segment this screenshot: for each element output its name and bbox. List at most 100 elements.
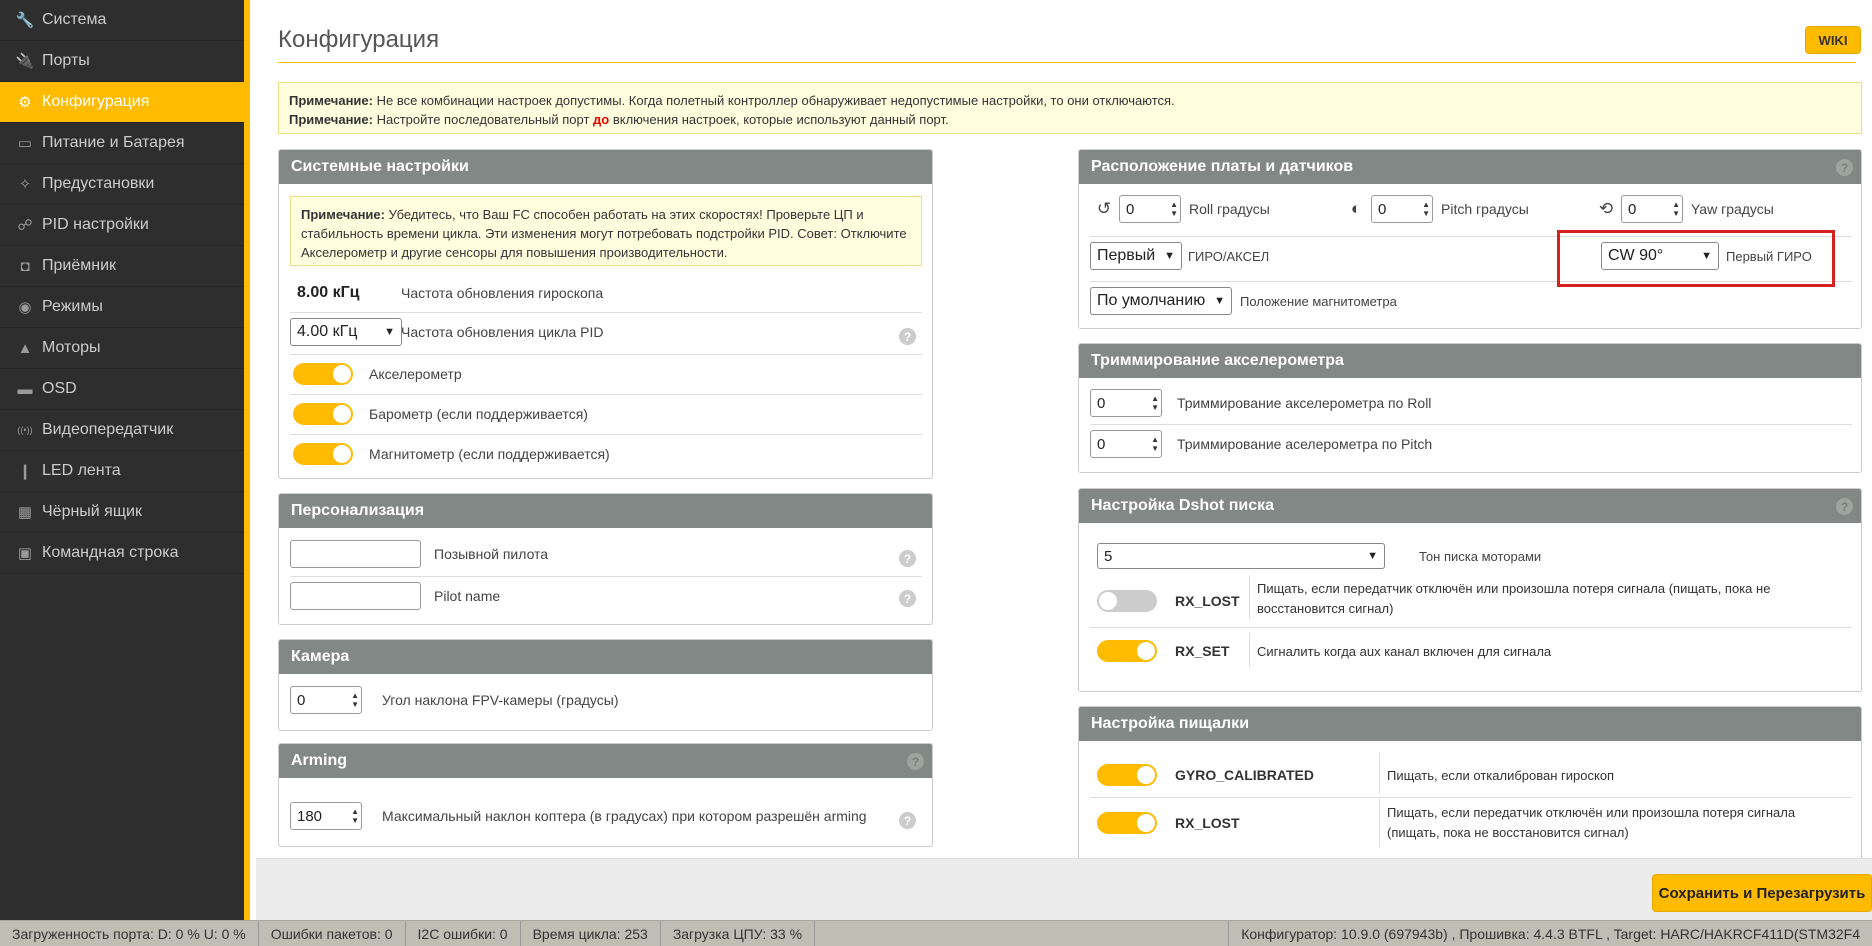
status-bar: Загруженность порта: D: 0 % U: 0 % Ошибк…	[0, 920, 1872, 946]
pid-rate-select[interactable]: 4.00 кГц ▼	[290, 318, 402, 346]
pilot-name-input[interactable]	[290, 582, 421, 610]
pitch-input[interactable]: 0 ▲ ▼	[1371, 195, 1433, 223]
panel-header: Настройка Dshot писка?	[1079, 489, 1861, 523]
trim-roll-input[interactable]: 0 ▲ ▼	[1090, 389, 1162, 417]
arming-panel: Arming? 180 ▲ ▼ Максимальный наклон коптер…	[278, 743, 933, 847]
beeper-gyro-cal-toggle[interactable]	[1097, 764, 1157, 786]
roll-input[interactable]: 0 ▲ ▼	[1119, 195, 1181, 223]
mag-label: Магнитометр (если поддерживается)	[369, 446, 610, 462]
spinner-icon[interactable]: ▲ ▼	[351, 807, 359, 825]
save-reboot-button[interactable]: Сохранить и Перезагрузить	[1652, 874, 1872, 912]
help-icon[interactable]: ?	[899, 812, 916, 829]
sidebar-item[interactable]: 🔌 Порты	[0, 41, 244, 82]
sidebar-item[interactable]: ✧ Предустановки	[0, 164, 244, 205]
sidebar-item[interactable]: ☍ PID настройки	[0, 205, 244, 246]
sidebar-item-label: Приёмник	[42, 257, 117, 274]
broadcast-icon: ((•))	[17, 425, 33, 435]
sidebar-item[interactable]: ▲ Моторы	[0, 328, 244, 369]
status-cpu-load: Загрузка ЦПУ: 33 %	[661, 920, 816, 946]
mag-alignment-select[interactable]: По умолчанию ▼	[1090, 287, 1232, 315]
dshot-rx-lost-toggle[interactable]	[1097, 590, 1157, 612]
pilot-name-label: Pilot name	[434, 588, 501, 604]
sidebar-item[interactable]: ⚙ Конфигурация	[0, 82, 244, 123]
beeper-gyro-cal-desc: Пищать, если откалиброван гироскоп	[1387, 767, 1615, 783]
help-icon[interactable]: ?	[899, 328, 916, 345]
trim-pitch-input[interactable]: 0 ▲ ▼	[1090, 430, 1162, 458]
dshot-title: Настройка Dshot писка	[1091, 497, 1274, 514]
beeper-rx-lost-name: RX_LOST	[1175, 815, 1240, 831]
status-version: Конфигуратор: 10.9.0 (697943b) , Прошивк…	[1228, 920, 1872, 946]
arming-angle-input[interactable]: 180 ▲ ▼	[290, 802, 362, 830]
yaw-input[interactable]: 0 ▲ ▼	[1621, 195, 1683, 223]
led-icon: ❙	[18, 463, 32, 480]
sidebar-item[interactable]: ◘ Приёмник	[0, 246, 244, 287]
dshot-rx-set-toggle[interactable]	[1097, 640, 1157, 662]
trim-roll-label: Триммирование акселерометра по Roll	[1177, 395, 1432, 411]
blackbox-icon: ▦	[17, 504, 33, 521]
camera-angle-value: 0	[297, 691, 306, 709]
mag-toggle[interactable]	[293, 443, 353, 465]
pitch-icon: ◐	[1350, 199, 1362, 218]
callsign-label: Позывной пилота	[434, 546, 549, 562]
baro-label: Барометр (если поддерживается)	[369, 406, 588, 422]
trim-pitch-label: Триммирование аселерометра по Pitch	[1177, 436, 1433, 452]
note-line2-c: включения настроек, которые используют д…	[612, 112, 949, 127]
spinner-icon[interactable]: ▲ ▼	[1151, 394, 1159, 412]
gyro-rate-value: 8.00 кГц	[297, 284, 360, 301]
help-icon[interactable]: ?	[899, 590, 916, 607]
sidebar-item[interactable]: ▭ Питание и Батарея	[0, 123, 244, 164]
spinner-icon[interactable]: ▲ ▼	[1672, 200, 1680, 218]
highlight-box	[1557, 230, 1835, 287]
beeper-panel: Настройка пищалки GYRO_CALIBRATED Пищать…	[1078, 706, 1862, 858]
dshot-tone-select[interactable]: 5 ▼	[1097, 543, 1385, 569]
terminal-icon: ▣	[17, 545, 33, 562]
gyro-label: ГИРО/АКСЕЛ	[1188, 248, 1270, 264]
system-note-text: Убедитесь, что Ваш FC способен работать …	[301, 207, 907, 260]
gyro-select[interactable]: Первый ▼	[1090, 242, 1182, 270]
beeper-rx-lost-toggle[interactable]	[1097, 812, 1157, 834]
spinner-icon[interactable]: ▲ ▼	[351, 691, 359, 709]
sidebar-item[interactable]: ▬ OSD	[0, 369, 244, 410]
sidebar-item[interactable]: ▦ Чёрный ящик	[0, 492, 244, 533]
panel-header: Настройка пищалки	[1079, 707, 1861, 741]
sidebar-item-label: Командная строка	[42, 544, 179, 561]
arming-title: Arming	[291, 752, 347, 769]
main-content: Конфигурация WIKI Примечание: Не все ком…	[256, 0, 1872, 858]
spinner-icon[interactable]: ▲ ▼	[1422, 200, 1430, 218]
status-cycle-time: Время цикла: 253	[521, 920, 661, 946]
roll-label: Roll градусы	[1189, 201, 1270, 217]
page-title: Конфигурация	[278, 26, 440, 53]
help-icon[interactable]: ?	[1836, 159, 1853, 176]
help-icon[interactable]: ?	[1836, 498, 1853, 515]
sidebar-item[interactable]: ▣ Командная строка	[0, 533, 244, 574]
note-line2-a: Настройте последовательный порт	[376, 112, 590, 127]
pitch-label: Pitch градусы	[1441, 201, 1529, 217]
plug-icon: 🔌	[15, 53, 35, 70]
camera-angle-input[interactable]: 0 ▲ ▼	[290, 686, 362, 714]
spinner-icon[interactable]: ▲ ▼	[1170, 200, 1178, 218]
help-icon[interactable]: ?	[899, 550, 916, 567]
sidebar-item-label: PID настройки	[42, 216, 149, 233]
battery-icon: ▭	[17, 135, 33, 152]
sidebar-item[interactable]: ((•)) Видеопередатчик	[0, 410, 244, 451]
note-label: Примечание:	[301, 207, 385, 222]
status-port-load: Загруженность порта: D: 0 % U: 0 %	[0, 920, 259, 946]
baro-toggle[interactable]	[293, 403, 353, 425]
sidebar-item-label: Видеопередатчик	[42, 421, 174, 438]
dshot-beacon-panel: Настройка Dshot писка? 5 ▼ Тон писка мото…	[1078, 488, 1862, 692]
spinner-icon[interactable]: ▲ ▼	[1151, 435, 1159, 453]
sidebar-item-label: Конфигурация	[42, 93, 150, 110]
sidebar-item[interactable]: 🔧 Система	[0, 0, 244, 41]
sidebar: 🔧 Система 🔌 Порты ⚙ Конфигурация ▭ Питание и Ба…	[0, 0, 250, 920]
yaw-label: Yaw градусы	[1691, 201, 1774, 217]
sidebar-item[interactable]: ❙ LED лента	[0, 451, 244, 492]
title-underline	[278, 62, 1856, 63]
sidebar-item[interactable]: ◉ Режимы	[0, 287, 244, 328]
wiki-button[interactable]: WIKI	[1805, 26, 1861, 54]
callsign-input[interactable]	[290, 540, 421, 568]
help-icon[interactable]: ?	[907, 753, 924, 770]
chevron-down-icon: ▼	[1214, 295, 1225, 307]
accel-toggle[interactable]	[293, 363, 353, 385]
sidebar-item-label: LED лента	[42, 462, 121, 479]
mag-alignment-label: Положение магнитометра	[1240, 293, 1397, 309]
